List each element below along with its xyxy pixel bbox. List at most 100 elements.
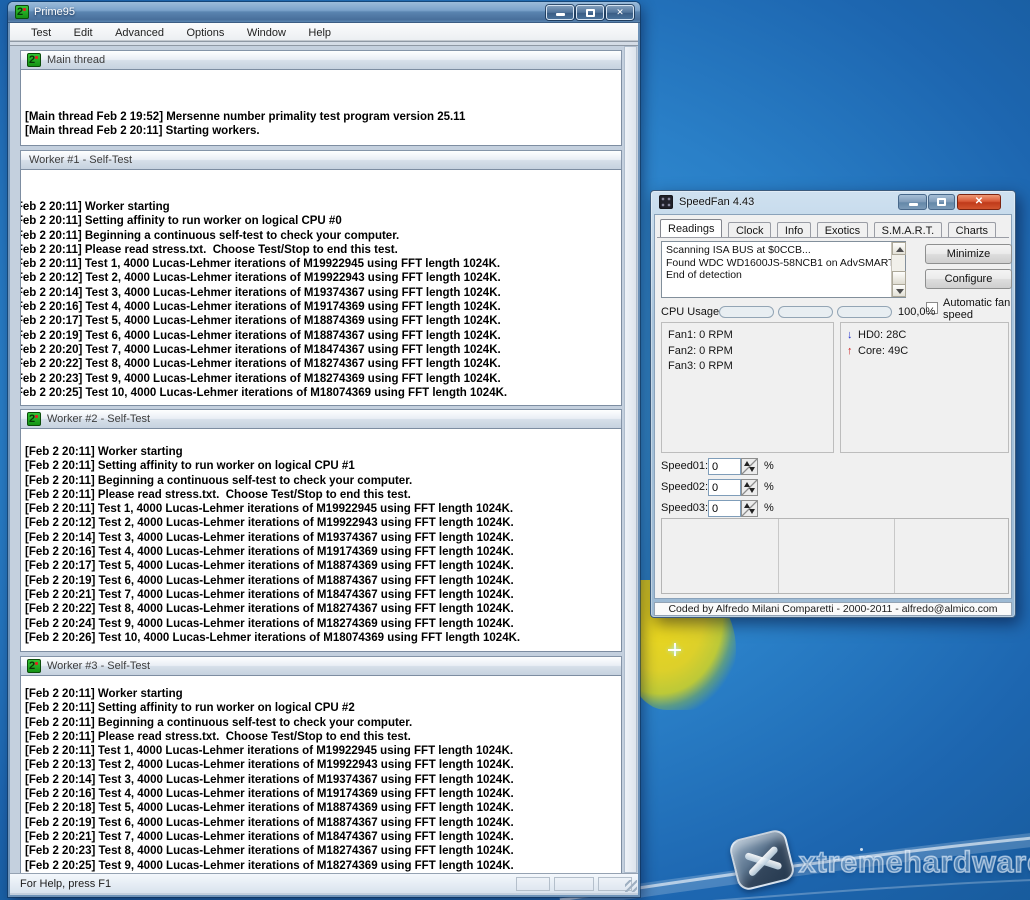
minimize-button[interactable] (546, 5, 574, 20)
prime95-window-title: Prime95 (34, 6, 75, 18)
speed03-label: Speed03: (661, 502, 708, 514)
log-line: [Feb 2 20:22] Test 8, 4000 Lucas-Lehmer … (20, 357, 621, 371)
close-button[interactable]: ✕ (606, 5, 634, 20)
configure-button[interactable]: Configure (925, 269, 1012, 289)
automatic-fan-speed-label: Automatic fan speed (943, 297, 1012, 321)
sparkle-cursor (668, 643, 681, 656)
arrow-down-icon (896, 289, 904, 294)
log-line: [Feb 2 20:11] Please read stress.txt. Ch… (20, 243, 621, 257)
speedfan-window-title: SpeedFan 4.43 (679, 196, 754, 208)
speed03-spinner[interactable] (741, 500, 758, 517)
tab-strip-baseline (657, 237, 1009, 238)
log-line: [Feb 2 20:16] Test 4, 4000 Lucas-Lehmer … (20, 300, 621, 314)
speed03-row: Speed03: % (661, 500, 791, 517)
log-line: [Feb 2 20:22] Test 8, 4000 Lucas-Lehmer … (25, 602, 621, 616)
worker1-log: [Feb 2 20:11] Worker starting[Feb 2 20:1… (20, 170, 622, 406)
worker2-titlebar[interactable]: 2 Worker #2 - Self-Test (20, 409, 622, 429)
speed01-input[interactable] (708, 458, 741, 475)
maximize-icon (586, 9, 595, 17)
speed02-label: Speed02: (661, 481, 708, 493)
speed02-unit: % (764, 481, 774, 493)
worker3-log: [Feb 2 20:11] Worker starting [Feb 2 20:1… (20, 676, 622, 875)
cpu-usage-bar (778, 306, 833, 318)
maximize-button[interactable] (576, 5, 604, 20)
tab-clock[interactable]: Clock (728, 222, 772, 237)
temp-reading-core: ↑Core: 49C (841, 344, 1008, 360)
log-line: [Feb 2 20:21] Test 7, 4000 Lucas-Lehmer … (25, 830, 621, 844)
close-button[interactable]: ✕ (957, 194, 1001, 210)
prime95-icon: 2 (27, 53, 41, 67)
detection-log-line: Found WDC WD1600JS-58NCB1 on AdvSMART (666, 257, 905, 270)
main-thread-title: Main thread (47, 54, 105, 66)
worker2-log: [Feb 2 20:11] Worker starting [Feb 2 20:1… (20, 429, 622, 652)
log-line: [Feb 2 20:11] Setting affinity to run wo… (20, 214, 621, 228)
speed02-input[interactable] (708, 479, 741, 496)
scroll-down-button[interactable] (892, 284, 906, 297)
log-line: [Feb 2 20:13] Test 2, 4000 Lucas-Lehmer … (25, 758, 621, 772)
log-line: [Feb 2 20:26] Test 10, 4000 Lucas-Lehmer… (25, 631, 621, 645)
tab-exotics[interactable]: Exotics (817, 222, 868, 237)
worker1-titlebar[interactable]: Worker #1 - Self-Test (20, 150, 622, 170)
worker3-titlebar[interactable]: 2 Worker #3 - Self-Test (20, 656, 622, 676)
cpu-usage-row: CPU Usage 100,0% (661, 305, 941, 319)
log-line: [Feb 2 20:11] Beginning a continuous sel… (25, 474, 621, 488)
tab-info[interactable]: Info (777, 222, 811, 237)
log-line: [Feb 2 20:25] Test 9, 4000 Lucas-Lehmer … (25, 859, 621, 873)
resize-grip[interactable] (625, 880, 637, 892)
log-scrollbar[interactable] (891, 242, 905, 297)
minimize-to-tray-button[interactable]: Minimize (925, 244, 1012, 264)
log-line: [Feb 2 20:11] Beginning a continuous sel… (25, 716, 621, 730)
main-thread-titlebar[interactable]: 2 Main thread (20, 50, 622, 70)
status-help-text: For Help, press F1 (20, 878, 111, 890)
spinner-down-icon (749, 467, 755, 472)
log-line: [Feb 2 20:11] Worker starting (25, 445, 621, 459)
speedfan-icon (659, 195, 673, 209)
close-icon: ✕ (616, 7, 624, 17)
credits-footer: Coded by Alfredo Milani Comparetti - 200… (654, 602, 1012, 616)
cpu-usage-bar (719, 306, 774, 318)
prime95-titlebar[interactable]: 2 Prime95 ✕ (8, 2, 640, 23)
log-line: [Feb 2 20:12] Test 2, 4000 Lucas-Lehmer … (20, 271, 621, 285)
log-line: [Feb 2 20:23] Test 8, 4000 Lucas-Lehmer … (25, 844, 621, 858)
status-pane (516, 877, 550, 891)
worker1-title: Worker #1 - Self-Test (29, 154, 132, 166)
log-line: [Feb 2 20:14] Test 3, 4000 Lucas-Lehmer … (20, 286, 621, 300)
log-line: [Feb 2 20:11] Test 1, 4000 Lucas-Lehmer … (25, 502, 621, 516)
tab-smart[interactable]: S.M.A.R.T. (874, 222, 943, 237)
log-line: [Feb 2 20:12] Test 2, 4000 Lucas-Lehmer … (25, 516, 621, 530)
fan-reading: Fan2: 0 RPM (662, 344, 833, 360)
speed01-row: Speed01: % (661, 458, 791, 475)
detection-log-line: Scanning ISA BUS at $0CCB... (666, 244, 905, 257)
cpu-usage-label: CPU Usage (661, 306, 719, 318)
log-line: [Feb 2 20:16] Test 4, 4000 Lucas-Lehmer … (25, 787, 621, 801)
tab-readings[interactable]: Readings (660, 219, 722, 237)
prime95-icon: 2 (27, 659, 41, 673)
speed02-spinner[interactable] (741, 479, 758, 496)
speed03-input[interactable] (708, 500, 741, 517)
fan-readings-panel: Fan1: 0 RPMFan2: 0 RPMFan3: 0 RPM (661, 322, 834, 453)
log-line: [Feb 2 20:19] Test 6, 4000 Lucas-Lehmer … (20, 329, 621, 343)
spinner-down-icon (749, 509, 755, 514)
spinner-up-icon (744, 482, 750, 487)
main-thread-log: [Main thread Feb 2 19:52] Mersenne numbe… (20, 70, 622, 146)
speed01-spinner[interactable] (741, 458, 758, 475)
speedfan-titlebar[interactable]: SpeedFan 4.43 ✕ (651, 191, 1015, 214)
log-line: [Feb 2 20:11] Worker starting (25, 687, 621, 701)
maximize-button[interactable] (928, 194, 955, 210)
prime95-menubar: Test Edit Advanced Options Window Help (10, 23, 638, 41)
watermark-x-logo-icon (728, 828, 797, 892)
spinner-up-icon (744, 461, 750, 466)
log-line: [Feb 2 20:11] Test 1, 4000 Lucas-Lehmer … (20, 257, 621, 271)
detection-log: Scanning ISA BUS at $0CCB...Found WDC WD… (661, 241, 906, 298)
mdi-vertical-scrollbar[interactable] (624, 46, 637, 873)
log-line: [Main thread Feb 2 19:52] Mersenne numbe… (25, 110, 621, 124)
temp-down-icon: ↓ (847, 328, 858, 344)
temperature-readings-panel: ↓HD0: 28C ↑Core: 49C (840, 322, 1009, 453)
speedfan-body: Readings Clock Info Exotics S.M.A.R.T. C… (654, 214, 1012, 599)
scroll-up-button[interactable] (892, 242, 906, 255)
minimize-button[interactable] (898, 194, 927, 210)
minimize-icon (556, 13, 565, 16)
tab-charts[interactable]: Charts (948, 222, 996, 237)
log-line: [Feb 2 20:21] Test 7, 4000 Lucas-Lehmer … (25, 588, 621, 602)
close-icon: ✕ (975, 196, 983, 207)
